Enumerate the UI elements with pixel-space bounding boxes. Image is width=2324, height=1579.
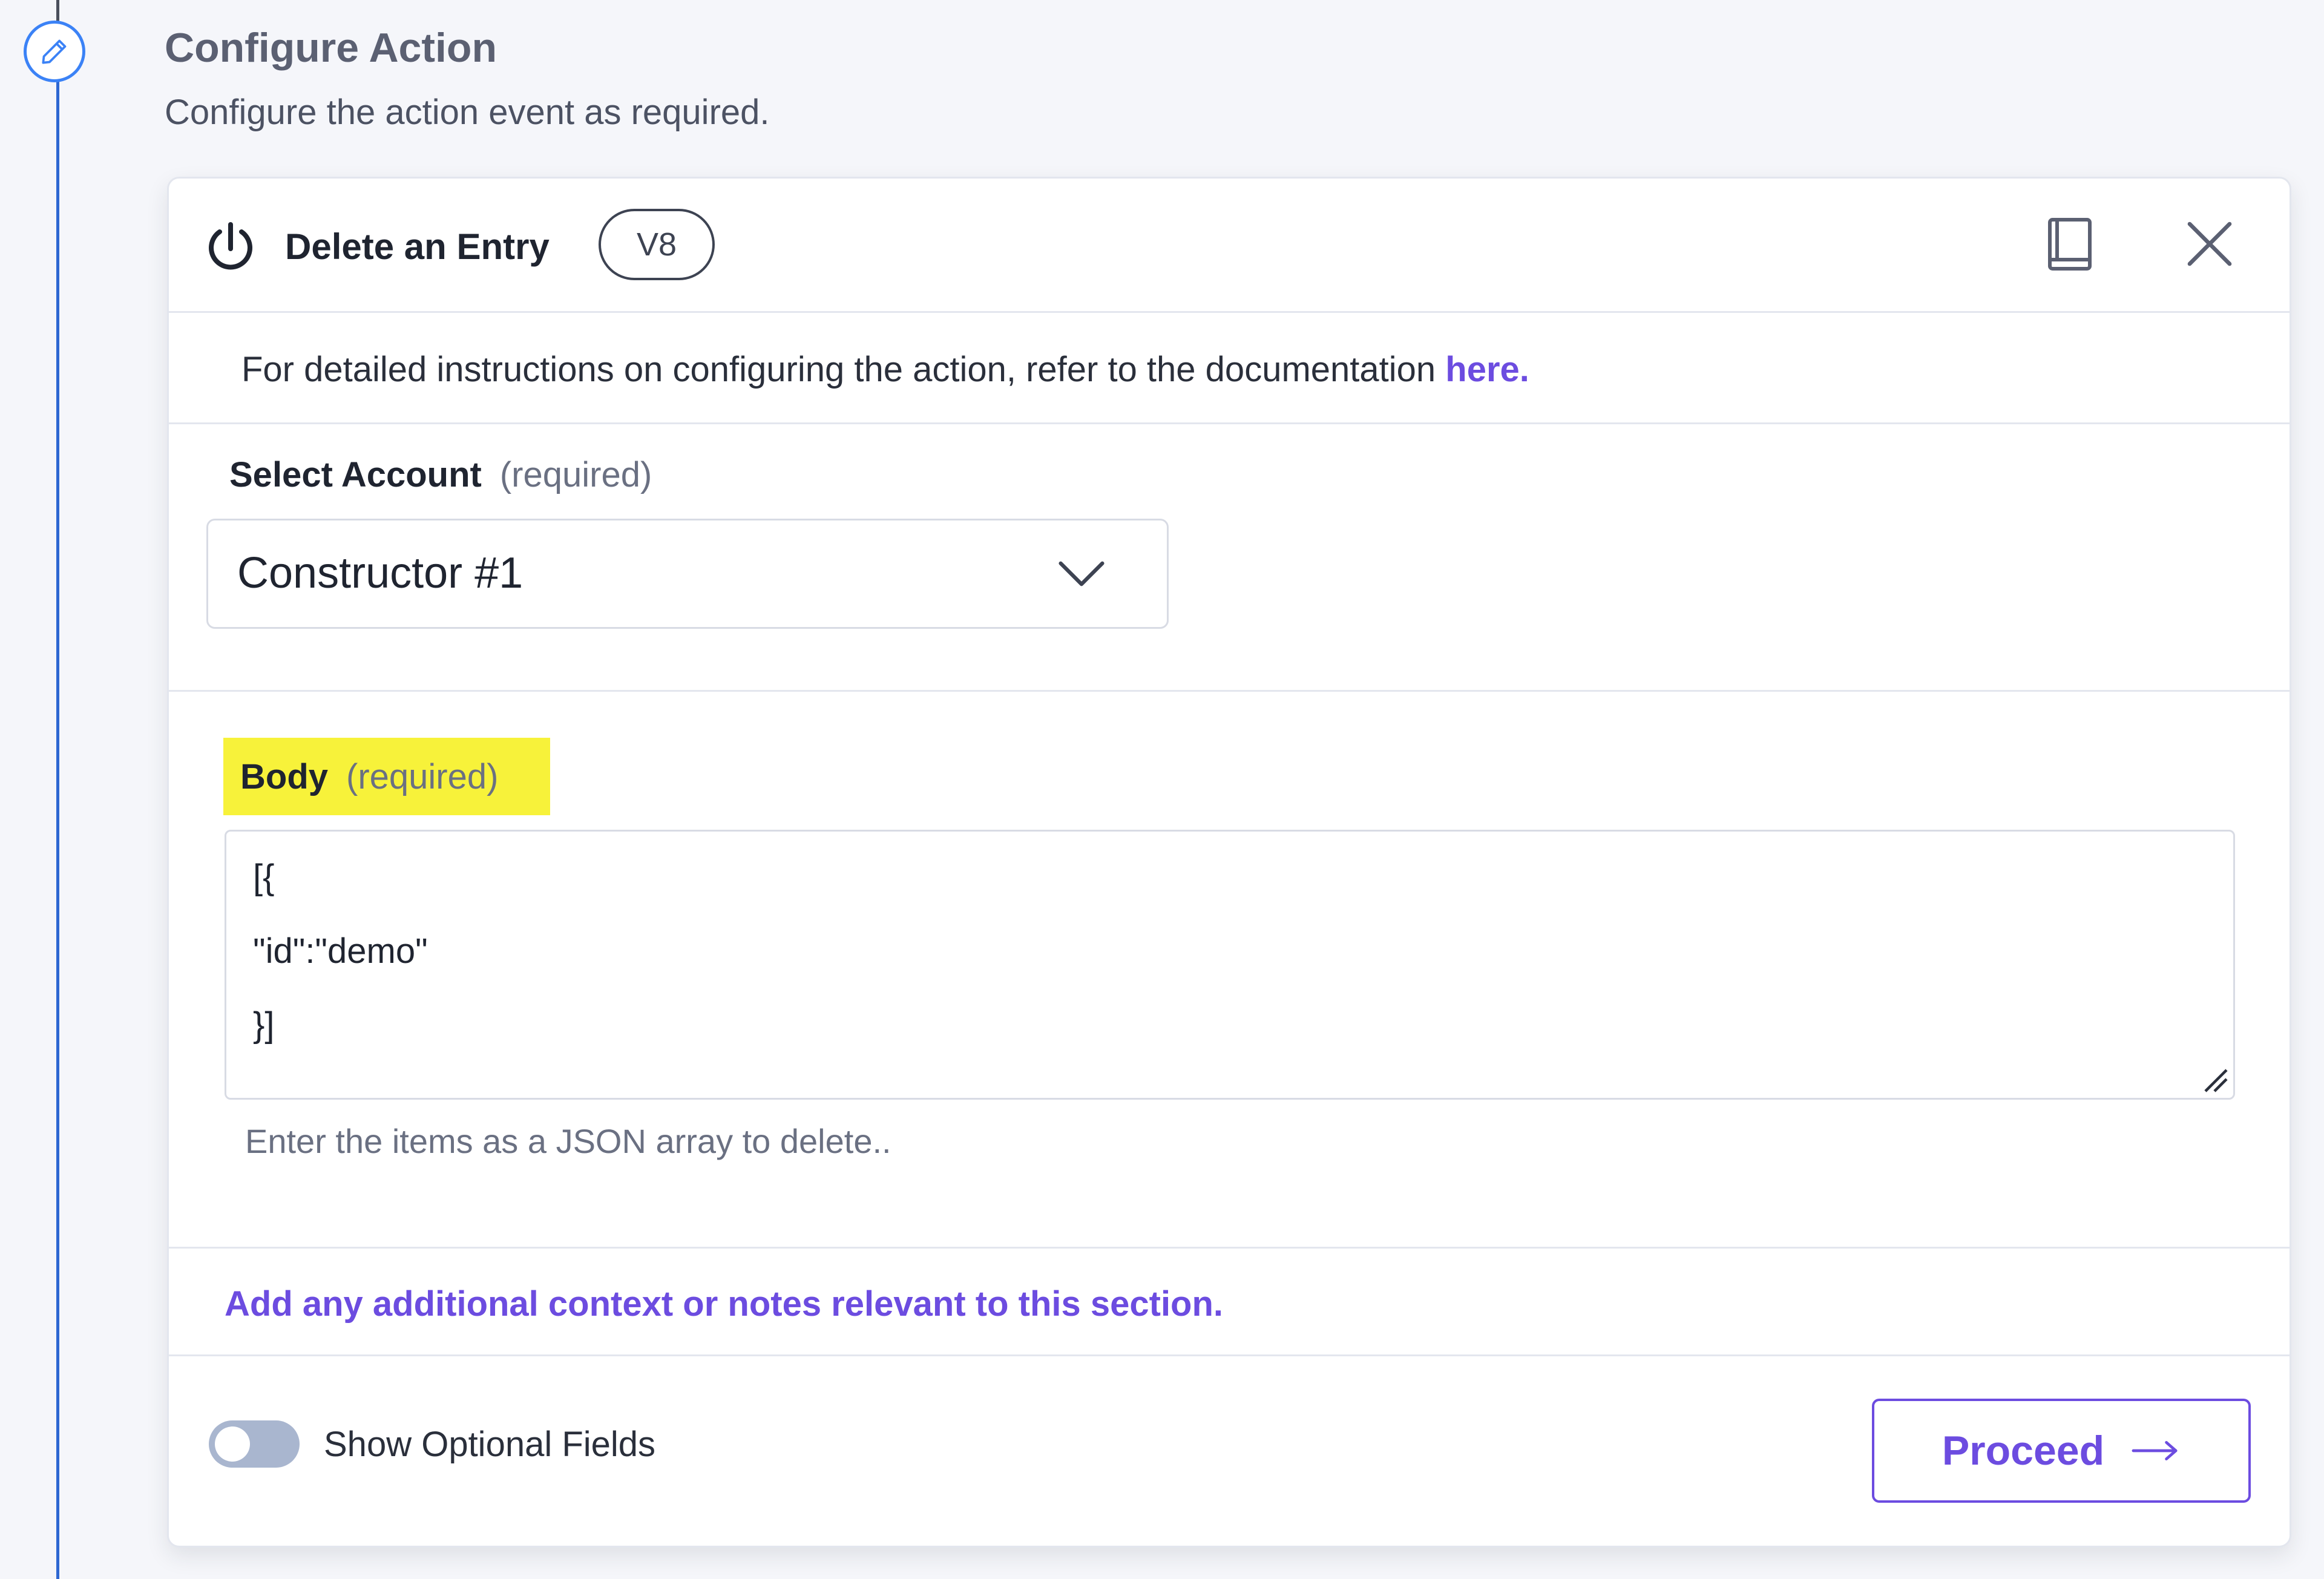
account-field-section: Select Account (required) Constructor #1 <box>169 424 2290 692</box>
arrow-right-icon <box>2132 1440 2178 1461</box>
version-badge: V8 <box>599 209 715 280</box>
notes-row: Add any additional context or notes rele… <box>169 1249 2290 1356</box>
close-icon[interactable] <box>2184 218 2235 269</box>
show-optional-fields-toggle[interactable] <box>209 1420 300 1468</box>
resize-handle-icon[interactable] <box>2199 1064 2230 1094</box>
account-required-hint: (required) <box>499 455 652 494</box>
body-label-text: Body <box>240 757 328 796</box>
account-label-text: Select Account <box>229 455 482 494</box>
instructions-text: For detailed instructions on configuring… <box>241 349 1529 390</box>
account-selected-value: Constructor #1 <box>237 549 524 597</box>
body-field-section: Body (required) [{ "id":"demo" }] Enter t… <box>169 692 2290 1249</box>
chevron-down-icon <box>1059 561 1105 586</box>
body-label: Body (required) <box>240 757 498 797</box>
proceed-label: Proceed <box>1942 1428 2105 1474</box>
body-required-hint: (required) <box>346 757 499 796</box>
body-help-text: Enter the items as a JSON array to delet… <box>245 1122 891 1160</box>
card-header: Delete an Entry V8 <box>169 179 2290 313</box>
timeline-line <box>56 0 59 1579</box>
add-notes-link[interactable]: Add any additional context or notes rele… <box>225 1284 1223 1324</box>
proceed-button[interactable]: Proceed <box>1872 1399 2251 1503</box>
card-footer: Show Optional Fields Proceed <box>169 1356 2290 1546</box>
step-edit-icon <box>24 21 85 82</box>
action-name: Delete an Entry <box>285 226 550 267</box>
pencil-icon <box>42 39 67 64</box>
book-icon[interactable] <box>2043 216 2097 274</box>
body-textarea[interactable]: [{ "id":"demo" }] <box>225 830 2235 1100</box>
toggle-knob <box>215 1426 250 1462</box>
body-label-highlight: Body (required) <box>223 738 550 815</box>
page-subtitle: Configure the action event as required. <box>165 93 770 132</box>
body-line-3: }] <box>253 1005 275 1045</box>
body-line-2: "id":"demo" <box>253 931 428 971</box>
page-title: Configure Action <box>165 25 497 71</box>
show-optional-fields-label: Show Optional Fields <box>324 1425 656 1464</box>
action-config-card: Delete an Entry V8 For detailed instruct… <box>167 177 2291 1548</box>
account-label: Select Account (required) <box>229 455 652 495</box>
instructions-body: For detailed instructions on configuring… <box>241 350 1446 389</box>
account-select[interactable]: Constructor #1 <box>206 519 1169 629</box>
body-line-1: [{ <box>253 858 275 897</box>
timeline-line-top <box>56 0 59 21</box>
documentation-link[interactable]: here. <box>1445 350 1529 389</box>
instructions-banner: For detailed instructions on configuring… <box>169 313 2290 424</box>
power-icon <box>209 222 252 270</box>
